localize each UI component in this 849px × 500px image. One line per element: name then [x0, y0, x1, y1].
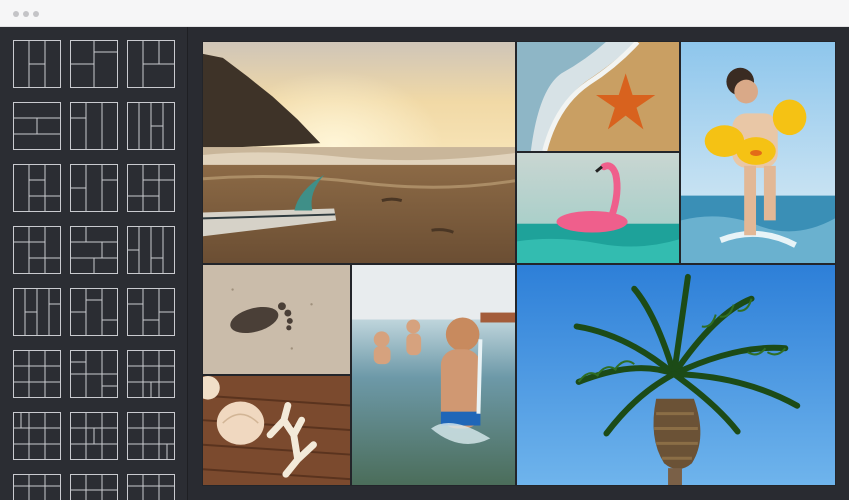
- layout-template-7[interactable]: [13, 164, 61, 212]
- layout-template-6[interactable]: [127, 102, 175, 150]
- layout-template-11[interactable]: [70, 226, 118, 274]
- layout-template-18[interactable]: [127, 350, 175, 398]
- layout-template-17[interactable]: [70, 350, 118, 398]
- layout-template-13[interactable]: [13, 288, 61, 336]
- title-bar: [0, 0, 849, 27]
- palm-tree-blue-sky-photo[interactable]: [516, 264, 836, 486]
- layout-template-16[interactable]: [13, 350, 61, 398]
- seashells-on-wood-photo[interactable]: [202, 375, 351, 486]
- layout-template-5[interactable]: [70, 102, 118, 150]
- window-control-dot[interactable]: [13, 11, 19, 17]
- window-control-dot[interactable]: [33, 11, 39, 17]
- layout-template-1[interactable]: [13, 40, 61, 88]
- app-window: [0, 0, 849, 500]
- layout-template-14[interactable]: [70, 288, 118, 336]
- layout-template-19[interactable]: [13, 412, 61, 460]
- collage-board: [202, 41, 836, 486]
- layout-template-4[interactable]: [13, 102, 61, 150]
- pink-flamingo-float-photo[interactable]: [516, 152, 680, 264]
- beach-sunset-surfboard-photo[interactable]: [202, 41, 516, 264]
- window-control-dot[interactable]: [23, 11, 29, 17]
- layout-template-24[interactable]: [127, 474, 175, 500]
- layout-template-22[interactable]: [13, 474, 61, 500]
- boys-splashing-in-sea-photo[interactable]: [351, 264, 516, 486]
- layout-template-12[interactable]: [127, 226, 175, 274]
- layout-template-2[interactable]: [70, 40, 118, 88]
- layout-template-3[interactable]: [127, 40, 175, 88]
- layout-template-23[interactable]: [70, 474, 118, 500]
- girl-with-duck-floaties-photo[interactable]: [680, 41, 836, 264]
- collage-canvas: [188, 27, 849, 500]
- layout-template-21[interactable]: [127, 412, 175, 460]
- starfish-on-sand-photo[interactable]: [516, 41, 680, 152]
- layout-template-9[interactable]: [127, 164, 175, 212]
- layout-template-20[interactable]: [70, 412, 118, 460]
- layout-template-10[interactable]: [13, 226, 61, 274]
- footprint-in-sand-photo[interactable]: [202, 264, 351, 375]
- layout-template-8[interactable]: [70, 164, 118, 212]
- layout-template-15[interactable]: [127, 288, 175, 336]
- layout-templates-sidebar: [0, 27, 188, 500]
